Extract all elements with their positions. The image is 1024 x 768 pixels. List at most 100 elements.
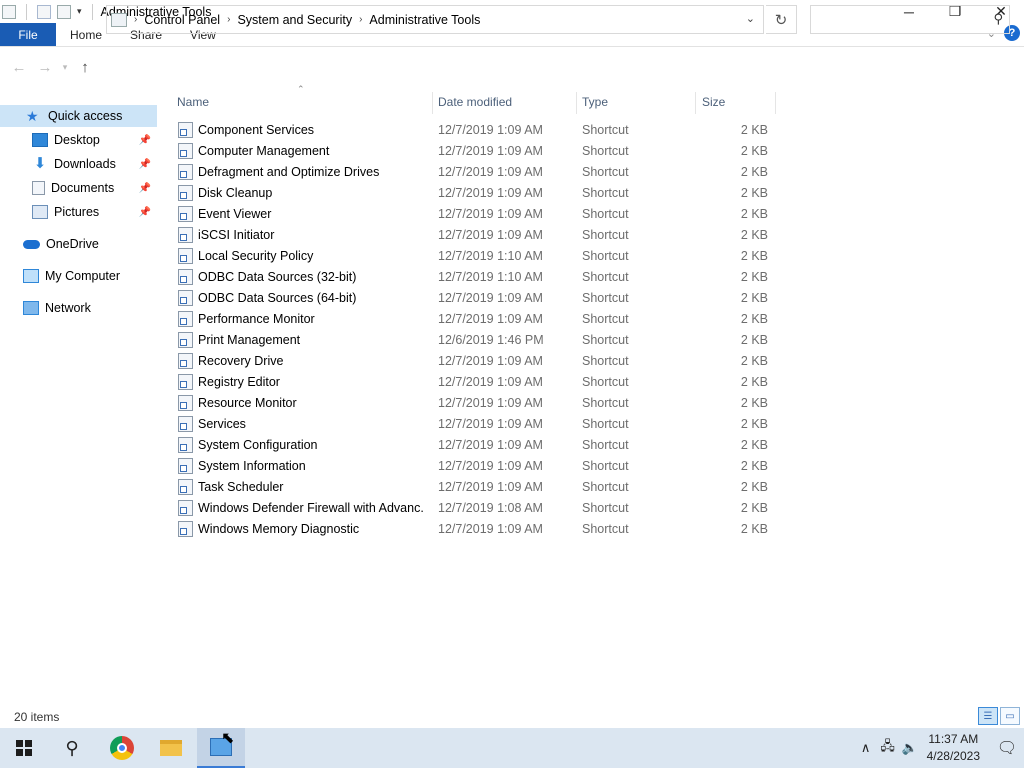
breadcrumb-system-and-security[interactable]: System and Security — [237, 13, 352, 27]
properties-icon[interactable] — [37, 4, 51, 19]
file-name[interactable]: System Information — [198, 459, 424, 473]
notification-center-icon[interactable]: 🗨 — [990, 728, 1024, 768]
column-header-size[interactable]: Size — [702, 92, 772, 112]
nav-item-quick-access[interactable]: ★ Quick access — [0, 105, 157, 127]
table-row[interactable]: Registry Editor 12/7/2019 1:09 AM Shortcut… — [172, 372, 782, 393]
admin-tools-app-icon[interactable] — [2, 4, 16, 19]
file-name[interactable]: Disk Cleanup — [198, 186, 424, 200]
volume-icon[interactable]: 🔈 — [899, 740, 921, 756]
column-header-type[interactable]: Type — [582, 92, 692, 112]
chevron-right-icon[interactable]: › — [134, 14, 137, 25]
chevron-up-icon[interactable]: ∧ — [855, 740, 877, 756]
table-row[interactable]: Task Scheduler 12/7/2019 1:09 AM Shortcut 2… — [172, 477, 782, 498]
file-type: Shortcut — [582, 207, 629, 221]
pin-icon[interactable]: 📌 — [139, 207, 151, 218]
tab-file[interactable]: File — [0, 23, 56, 46]
table-row[interactable]: Windows Defender Firewall with Advanc...… — [172, 498, 782, 519]
column-divider[interactable] — [576, 92, 577, 114]
file-name[interactable]: Local Security Policy — [198, 249, 424, 263]
file-type: Shortcut — [582, 165, 629, 179]
pin-icon[interactable]: 📌 — [139, 159, 151, 170]
table-row[interactable]: Recovery Drive 12/7/2019 1:09 AM Shortcut 2… — [172, 351, 782, 372]
file-date-modified: 12/7/2019 1:09 AM — [438, 123, 543, 137]
nav-item-desktop[interactable]: Desktop 📌 — [0, 129, 157, 151]
file-name[interactable]: ODBC Data Sources (64-bit) — [198, 291, 424, 305]
chevron-down-icon[interactable]: ⌄ — [746, 12, 755, 25]
table-row[interactable]: Services 12/7/2019 1:09 AM Shortcut 2 KB — [172, 414, 782, 435]
column-header-name[interactable]: Name — [177, 92, 427, 112]
address-bar[interactable]: › Control Panel › System and Security › … — [106, 5, 764, 34]
table-row[interactable]: Resource Monitor 12/7/2019 1:09 AM Shortcu… — [172, 393, 782, 414]
up-button[interactable]: ↑ — [72, 59, 98, 76]
nav-item-documents[interactable]: Documents 📌 — [0, 177, 157, 199]
column-divider[interactable] — [695, 92, 696, 114]
file-name[interactable]: Recovery Drive — [198, 354, 424, 368]
chevron-right-icon[interactable]: › — [227, 14, 230, 25]
pin-icon[interactable]: 📌 — [139, 135, 151, 146]
file-name[interactable]: iSCSI Initiator — [198, 228, 424, 242]
recent-locations-icon[interactable]: ▾ — [58, 62, 72, 73]
clock[interactable]: 11:37 AM 4/28/2023 — [927, 731, 980, 765]
back-button[interactable]: ← — [6, 59, 32, 76]
table-row[interactable]: ODBC Data Sources (64-bit) 12/7/2019 1:09… — [172, 288, 782, 309]
file-name[interactable]: Task Scheduler — [198, 480, 424, 494]
column-divider[interactable] — [775, 92, 776, 114]
shortcut-icon — [178, 248, 193, 264]
file-name[interactable]: Services — [198, 417, 424, 431]
new-folder-icon[interactable] — [57, 4, 71, 19]
search-button[interactable]: ⚲ — [48, 728, 96, 768]
file-name[interactable]: Print Management — [198, 333, 424, 347]
customize-toolbar-icon[interactable]: ▾ — [77, 6, 82, 17]
pin-icon[interactable]: 📌 — [139, 183, 151, 194]
file-name[interactable]: Event Viewer — [198, 207, 424, 221]
table-row[interactable]: System Information 12/7/2019 1:09 AM Short… — [172, 456, 782, 477]
nav-item-pictures[interactable]: Pictures 📌 — [0, 201, 157, 223]
file-name[interactable]: Windows Defender Firewall with Advanc... — [198, 501, 424, 515]
table-row[interactable]: Performance Monitor 12/7/2019 1:09 AM Shor… — [172, 309, 782, 330]
table-row[interactable]: Windows Memory Diagnostic 12/7/2019 1:09 … — [172, 519, 782, 540]
nav-item-onedrive[interactable]: OneDrive — [0, 233, 157, 255]
nav-item-network[interactable]: Network — [0, 297, 157, 319]
table-row[interactable]: System Configuration 12/7/2019 1:09 AM Sho… — [172, 435, 782, 456]
file-name[interactable]: Resource Monitor — [198, 396, 424, 410]
table-row[interactable]: Local Security Policy 12/7/2019 1:10 AM Sh… — [172, 246, 782, 267]
file-name[interactable]: Computer Management — [198, 144, 424, 158]
file-name[interactable]: Performance Monitor — [198, 312, 424, 326]
refresh-button[interactable]: ↻ — [766, 5, 797, 34]
table-row[interactable]: Defragment and Optimize Drives 12/7/2019 … — [172, 162, 782, 183]
table-row[interactable]: Component Services 12/7/2019 1:09 AM Short… — [172, 120, 782, 141]
network-status-icon[interactable]: 🖧 — [877, 737, 899, 759]
column-divider[interactable] — [432, 92, 433, 114]
breadcrumb-administrative-tools[interactable]: Administrative Tools — [369, 13, 480, 27]
start-button[interactable] — [0, 728, 48, 768]
file-size: 2 KB — [740, 501, 768, 515]
shortcut-icon — [178, 521, 193, 537]
large-icons-view-button[interactable]: ▭ — [1000, 707, 1020, 725]
file-size: 2 KB — [740, 270, 768, 284]
forward-button[interactable]: → — [32, 59, 58, 76]
file-name[interactable]: Registry Editor — [198, 375, 424, 389]
file-name[interactable]: ODBC Data Sources (32-bit) — [198, 270, 424, 284]
shortcut-icon — [178, 374, 193, 390]
breadcrumb-control-panel[interactable]: Control Panel — [144, 13, 220, 27]
table-row[interactable]: Event Viewer 12/7/2019 1:09 AM Shortcut 2 K… — [172, 204, 782, 225]
nav-item-my-computer[interactable]: My Computer — [0, 265, 157, 287]
file-name[interactable]: Component Services — [198, 123, 424, 137]
file-explorer-button[interactable] — [147, 728, 195, 768]
file-name[interactable]: Defragment and Optimize Drives — [198, 165, 424, 179]
table-row[interactable]: Print Management 12/6/2019 1:46 PM Shortcu… — [172, 330, 782, 351]
table-row[interactable]: Computer Management 12/7/2019 1:09 AM Shor… — [172, 141, 782, 162]
table-row[interactable]: Disk Cleanup 12/7/2019 1:09 AM Shortcut 2 K… — [172, 183, 782, 204]
shortcut-icon — [178, 395, 193, 411]
column-header-date-modified[interactable]: Date modified — [438, 92, 574, 112]
details-view-button[interactable]: ☰ — [978, 707, 998, 725]
chevron-right-icon[interactable]: › — [359, 14, 362, 25]
file-name[interactable]: Windows Memory Diagnostic — [198, 522, 424, 536]
table-row[interactable]: ODBC Data Sources (32-bit) 12/7/2019 1:10… — [172, 267, 782, 288]
table-row[interactable]: iSCSI Initiator 12/7/2019 1:09 AM Shortcut… — [172, 225, 782, 246]
nav-item-downloads[interactable]: ⬇ Downloads 📌 — [0, 153, 157, 175]
file-type: Shortcut — [582, 417, 629, 431]
file-name[interactable]: System Configuration — [198, 438, 424, 452]
chrome-button[interactable] — [98, 728, 146, 768]
search-input[interactable]: ⚲ — [810, 5, 1010, 34]
